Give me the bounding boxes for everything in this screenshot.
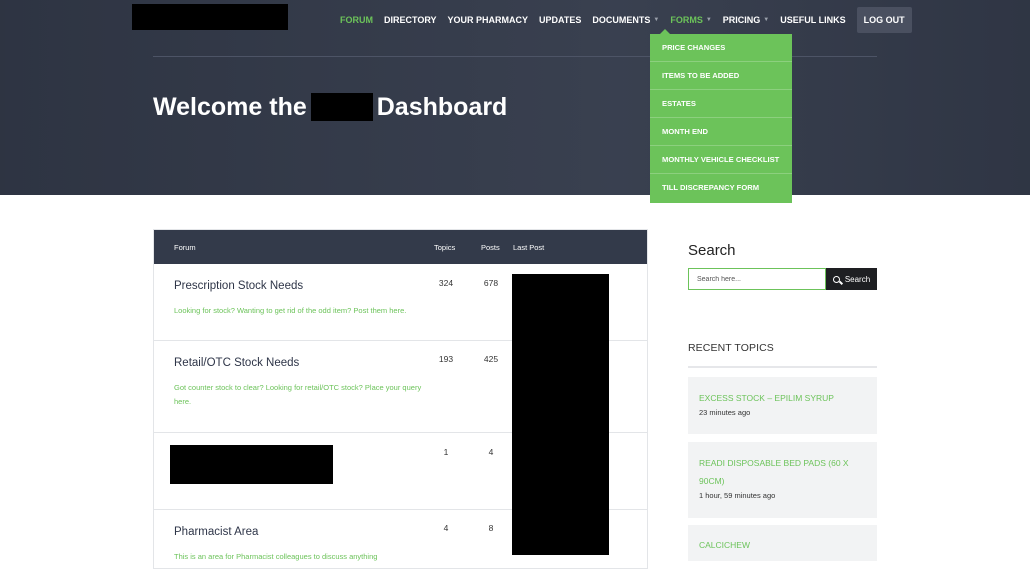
header-last-post: Last Post (513, 243, 545, 252)
forum-description: Looking for stock? Wanting to get rid of… (174, 306, 407, 315)
logout-button[interactable]: LOG OUT (856, 7, 912, 33)
topics-count: 4 (443, 523, 449, 533)
chevron-down-icon: ▼ (653, 17, 660, 23)
header-topics: Topics (434, 243, 456, 252)
nav-pricing[interactable]: PRICING ▼ (723, 15, 769, 25)
menu-item-items-to-be-added[interactable]: ITEMS TO BE ADDED (650, 62, 792, 90)
forum-title-link[interactable]: Prescription Stock Needs (174, 280, 303, 292)
header-forum: Forum (174, 243, 196, 252)
chevron-down-icon: ▼ (705, 17, 712, 23)
nav-forms[interactable]: FORMS ▼ (670, 15, 711, 25)
posts-count: 4 (488, 447, 494, 457)
nav-directory[interactable]: DIRECTORY (384, 15, 437, 25)
forum-table: Forum Topics Posts Last Post Prescriptio… (153, 229, 648, 569)
recent-topic-time: 1 hour, 59 minutes ago (699, 491, 776, 500)
menu-item-estates[interactable]: ESTATES (650, 90, 792, 118)
nav-your-pharmacy[interactable]: YOUR PHARMACY (448, 15, 529, 25)
page-title: Welcome the Dashboard (153, 92, 508, 121)
chevron-down-icon: ▼ (763, 17, 770, 23)
site-logo-redacted[interactable] (132, 4, 288, 30)
recent-topic-card: EXCESS STOCK – EPILIM SYRUP 23 minutes a… (688, 377, 877, 434)
recent-topic-link[interactable]: EXCESS STOCK – EPILIM SYRUP (699, 389, 866, 407)
posts-count: 425 (483, 354, 499, 364)
nav-updates[interactable]: UPDATES (539, 15, 581, 25)
search-icon (832, 275, 840, 283)
topics-count: 1 (443, 447, 449, 457)
menu-item-till-discrepancy-form[interactable]: TILL DISCREPANCY FORM (650, 174, 792, 201)
forum-table-header: Forum Topics Posts Last Post (154, 230, 647, 264)
recent-topic-card: CALCICHEW (688, 525, 877, 561)
menu-item-price-changes[interactable]: PRICE CHANGES (650, 34, 792, 62)
search-form: Search (688, 268, 877, 290)
recent-topic-link[interactable]: CALCICHEW (699, 536, 866, 554)
recent-topics-divider (688, 366, 877, 368)
forum-description: This is an area for Pharmacist colleague… (174, 552, 378, 561)
redacted-forum-title (170, 445, 333, 484)
recent-topic-card: READI DISPOSABLE BED PADS (60 X 90CM) 1 … (688, 442, 877, 518)
forms-dropdown-menu: PRICE CHANGES ITEMS TO BE ADDED ESTATES … (650, 34, 792, 203)
nav-documents[interactable]: DOCUMENTS ▼ (592, 15, 659, 25)
posts-count: 678 (483, 278, 499, 288)
search-button[interactable]: Search (826, 268, 877, 290)
search-input[interactable] (688, 268, 826, 290)
menu-item-month-end[interactable]: MONTH END (650, 118, 792, 146)
recent-topic-link[interactable]: READI DISPOSABLE BED PADS (60 X 90CM) (699, 454, 866, 490)
forum-title-link[interactable]: Pharmacist Area (174, 526, 258, 538)
recent-topics-heading: RECENT TOPICS (688, 342, 774, 354)
header-posts: Posts (481, 243, 500, 252)
search-heading: Search (688, 242, 736, 259)
redacted-last-post-column (512, 274, 609, 555)
recent-topic-time: 23 minutes ago (699, 408, 751, 417)
forum-description: Got counter stock to clear? Looking for … (174, 383, 422, 406)
nav-useful-links[interactable]: USEFUL LINKS (780, 15, 845, 25)
forum-title-link[interactable]: Retail/OTC Stock Needs (174, 357, 299, 369)
topics-count: 193 (438, 354, 454, 364)
nav-forum[interactable]: FORUM (340, 15, 373, 25)
redacted-name (310, 93, 373, 121)
menu-item-monthly-vehicle-checklist[interactable]: MONTHLY VEHICLE CHECKLIST (650, 146, 792, 174)
main-nav: FORUM DIRECTORY YOUR PHARMACY UPDATES DO… (340, 7, 923, 33)
topics-count: 324 (438, 278, 454, 288)
posts-count: 8 (488, 523, 494, 533)
